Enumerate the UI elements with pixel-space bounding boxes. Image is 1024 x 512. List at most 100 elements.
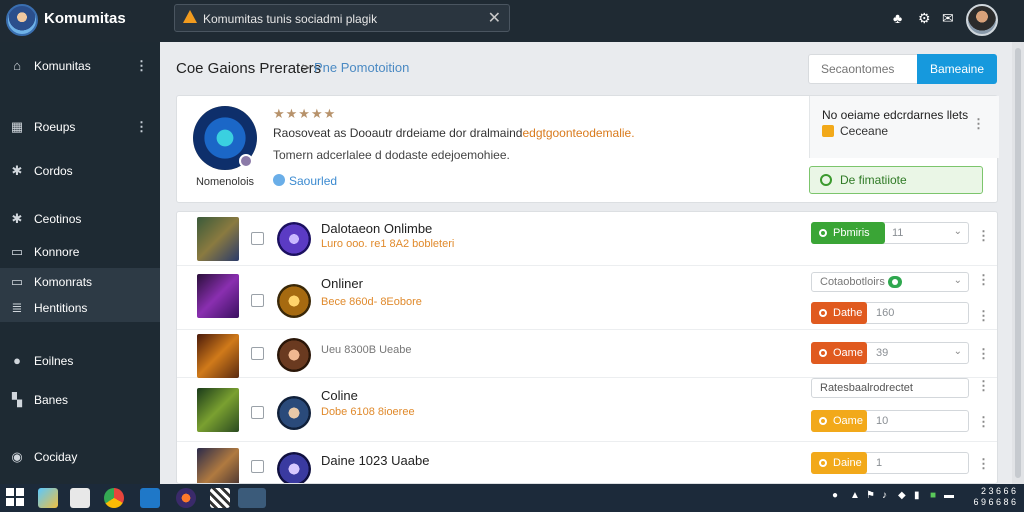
file-explorer-icon[interactable]: [70, 488, 90, 508]
featured-card: Nomenolois ★★★★★ Raosoveat as Dooautr dr…: [176, 95, 999, 203]
more-icon[interactable]: ⋮: [135, 58, 148, 74]
tag-link[interactable]: Saourled: [273, 174, 337, 188]
sidebar-item-komunitas[interactable]: ⌂ Komunitas ⋮: [0, 52, 160, 80]
row-control[interactable]: Oame 39 ⌄: [811, 342, 969, 364]
settings-icon[interactable]: ⚙: [918, 10, 931, 27]
more-icon[interactable]: ⋮: [977, 414, 990, 430]
scrollbar-thumb[interactable]: [1015, 48, 1021, 478]
more-icon[interactable]: ⋮: [972, 116, 985, 132]
search-input[interactable]: [808, 54, 920, 84]
row-control[interactable]: Ratesbaalrodrectet: [811, 378, 969, 398]
list-item[interactable]: Coline Dobe 6108 8ioeree Ratesbaalrodrec…: [177, 378, 997, 442]
qr-app-icon[interactable]: [210, 488, 230, 508]
tray-app-icon[interactable]: ■: [930, 490, 936, 501]
firefox-icon[interactable]: [176, 488, 196, 508]
close-icon[interactable]: ✕: [488, 8, 501, 28]
sidebar-item-eoilnes[interactable]: ● Eoilnes: [0, 347, 160, 375]
store-icon[interactable]: [140, 488, 160, 508]
more-icon[interactable]: ⋮: [977, 272, 990, 288]
row-checkbox[interactable]: [251, 232, 264, 245]
row-checkbox[interactable]: [251, 460, 264, 473]
chevron-down-icon[interactable]: ⌄: [954, 346, 962, 357]
status-badge: [239, 154, 253, 168]
list-item[interactable]: Dalotaeon Onlimbe Luro ooo. re1 8A2 bobl…: [177, 212, 997, 266]
sidebar-item-konnore[interactable]: ▭ Konnore: [0, 238, 160, 266]
count: 160: [876, 307, 895, 319]
toggle-switch[interactable]: [888, 276, 902, 288]
status-pill: Dathe: [811, 302, 867, 324]
cta-button[interactable]: De fimatiiote: [809, 166, 983, 194]
row-title: Coline: [321, 388, 358, 403]
description-text: Raosoveat as Dooautr drdeiame dor dralma…: [273, 126, 523, 140]
sidebar-item-ceotinos[interactable]: ✱ Ceotinos: [0, 205, 160, 233]
app-logo[interactable]: [6, 4, 38, 36]
search-button[interactable]: Bameaine: [917, 54, 997, 84]
row-checkbox[interactable]: [251, 347, 264, 360]
chrome-icon[interactable]: [104, 488, 124, 508]
folder-icon: [822, 125, 834, 137]
windows-start-icon[interactable]: [6, 488, 24, 506]
chevron-down-icon[interactable]: ⌄: [954, 275, 962, 286]
tray-flag-icon[interactable]: ⚑: [866, 490, 875, 501]
edge-icon[interactable]: [38, 488, 58, 508]
taskbar-clock[interactable]: 2 3 6 6 6 6 9 6 6 8 6: [958, 486, 1016, 508]
game-thumbnail: [197, 448, 239, 483]
user-avatar[interactable]: [966, 4, 998, 36]
clock-time: 2 3 6 6 6: [980, 486, 1016, 496]
chat-icon[interactable]: ✉: [942, 10, 954, 27]
active-app-icon[interactable]: [238, 488, 266, 508]
more-icon[interactable]: ⋮: [977, 346, 990, 362]
row-control[interactable]: Dathe 160: [811, 302, 969, 324]
more-icon[interactable]: ⋮: [977, 228, 990, 244]
row-checkbox[interactable]: [251, 294, 264, 307]
more-icon[interactable]: ⋮: [977, 456, 990, 472]
row-checkbox[interactable]: [251, 406, 264, 419]
scrollbar[interactable]: [1012, 42, 1024, 484]
more-icon[interactable]: ⋮: [135, 119, 148, 135]
home-icon: ⌂: [13, 58, 21, 73]
tag-label: Saourled: [289, 174, 338, 188]
sidebar-item-label: Komonrats: [34, 275, 93, 289]
side-subtitle: Ceceane: [822, 124, 888, 138]
puzzle-icon[interactable]: ♣: [893, 10, 902, 26]
chevron-down-icon[interactable]: ⌄: [954, 226, 962, 237]
list-item[interactable]: Daine 1023 Uaabe Daine 1 ⋮: [177, 442, 997, 483]
sidebar-item-banes[interactable]: ▚ Banes: [0, 386, 160, 414]
row-title: Daine 1023 Uaabe: [321, 453, 430, 468]
sidebar-item-label: Eoilnes: [34, 354, 74, 368]
sidebar-item-hentitions[interactable]: ≣ Hentitions: [0, 294, 160, 322]
tray-wifi-icon[interactable]: ◆: [898, 490, 906, 501]
sidebar-item-cordos[interactable]: ✱ Cordos: [0, 157, 160, 185]
breadcrumb-parent[interactable]: Coe Gaions Preraters: [176, 60, 321, 77]
check-icon: [819, 229, 827, 237]
tray-keyboard-icon[interactable]: ▬: [944, 490, 954, 501]
pill-label: Oame: [833, 347, 863, 359]
tray-volume-icon[interactable]: ♪: [882, 490, 887, 501]
row-control[interactable]: Pbmiris 11 ⌄: [811, 222, 969, 244]
avatar: [277, 222, 311, 256]
control-label: Cotaobotloirs: [820, 276, 885, 288]
check-icon: [819, 349, 827, 357]
grid-icon: ▦: [10, 119, 24, 134]
game-thumbnail: [197, 334, 239, 378]
sidebar-item-komonrats[interactable]: ▭ Komonrats: [0, 268, 160, 296]
description-line-2: Tomern adcerlalee d dodaste edejoemohiee…: [273, 148, 510, 162]
game-thumbnail: [197, 388, 239, 432]
list-item[interactable]: Ueu 8300B Ueabe Dathe 160 Oame 39 ⌄ ⋮ ⋮: [177, 302, 997, 378]
sidebar-item-cociday[interactable]: ◉ Cociday: [0, 443, 160, 471]
breadcrumb-current[interactable]: Pne Pomotoition: [314, 60, 409, 75]
tray-network-icon[interactable]: ▲: [850, 490, 860, 501]
community-list: Dalotaeon Onlimbe Luro ooo. re1 8A2 bobl…: [176, 211, 998, 484]
more-icon[interactable]: ⋮: [977, 378, 990, 394]
status-pill: Pbmiris: [811, 222, 885, 244]
pill-label: Pbmiris: [833, 227, 870, 239]
row-control[interactable]: Cotaobotloirs ⌄: [811, 272, 969, 292]
row-control[interactable]: Daine 1: [811, 452, 969, 474]
sidebar-item-roeups[interactable]: ▦ Roeups ⋮: [0, 113, 160, 141]
more-icon[interactable]: ⋮: [977, 308, 990, 324]
row-control[interactable]: Oame 10: [811, 410, 969, 432]
tray-chevron-icon[interactable]: ●: [832, 490, 838, 501]
tray-battery-icon[interactable]: ▮: [914, 490, 920, 501]
count: 11: [892, 227, 904, 239]
row-title: Ueu 8300B Ueabe: [321, 344, 412, 356]
